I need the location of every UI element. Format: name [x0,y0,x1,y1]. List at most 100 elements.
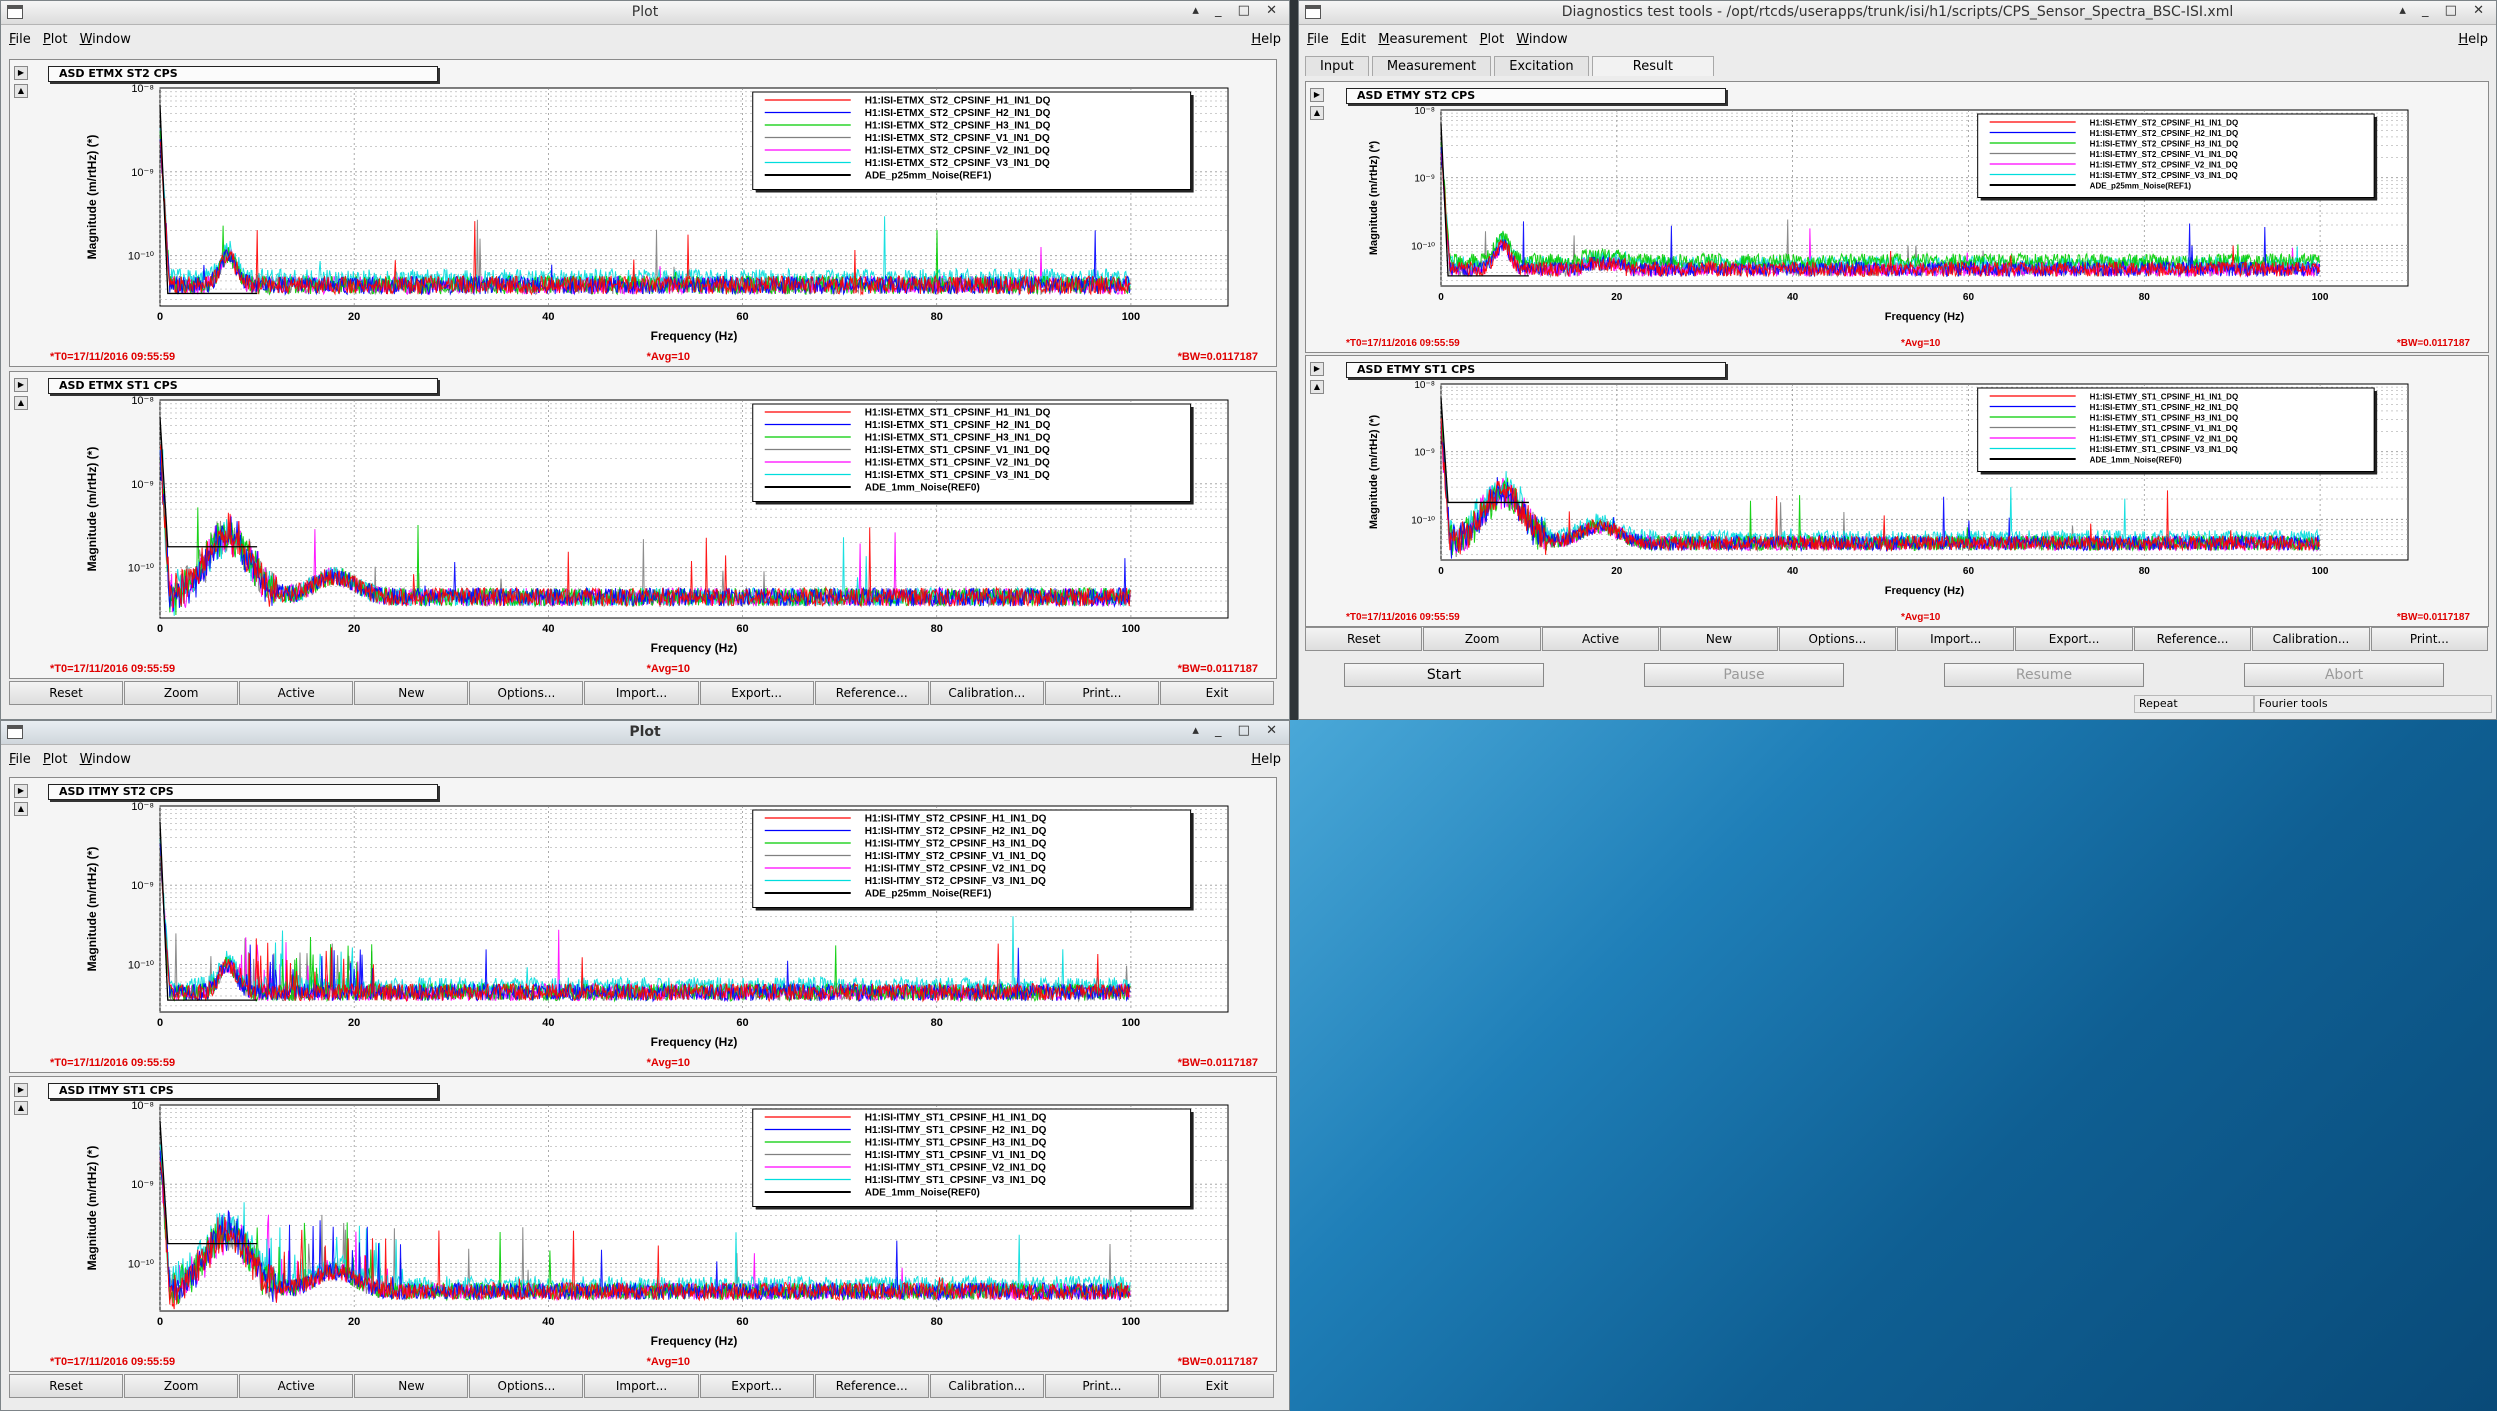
legend-entry: H1:ISI-ETMY_ST2_CPSINF_H1_IN1_DQ [2090,119,2239,128]
plot-pad[interactable]: ▶ ▲ ASD ETMY ST2 CPS 0 20 40 60 80 100 10⁻⁸ 10⁻⁹ 10… [1305,81,2489,353]
calibration-button[interactable]: Calibration... [929,681,1044,705]
legend-entry: H1:ISI-ETMX_ST2_CPSINF_V1_IN1_DQ [865,133,1050,144]
x-tick-label: 0 [157,623,163,635]
collapse-arrow-icon[interactable]: ▲ [1310,380,1324,394]
menu-help[interactable]: Help [1251,752,1281,767]
tab-strip: Input Measurement Excitation Result [1305,56,1714,78]
menu-file[interactable]: File [9,32,31,47]
reset-button[interactable]: Reset [9,681,124,705]
menu-plot[interactable]: Plot [43,32,68,47]
active-button[interactable]: Active [1541,627,1660,651]
reset-button[interactable]: Reset [9,1374,124,1398]
export-button[interactable]: Export... [699,1374,814,1398]
x-tick-label: 20 [348,1316,360,1328]
titlebar[interactable]: Plot ▴ _ □ ✕ [1,721,1289,745]
new-button[interactable]: New [1660,627,1778,651]
x-tick-label: 100 [2312,292,2329,303]
series-line [1440,430,2320,554]
menu-file[interactable]: File [1307,32,1329,47]
zoom-button[interactable]: Zoom [124,1374,239,1398]
expand-arrow-icon[interactable]: ▶ [1310,88,1324,102]
print-button[interactable]: Print... [1044,681,1159,705]
legend-entry: H1:ISI-ETMX_ST1_CPSINF_V1_IN1_DQ [865,445,1050,456]
export-button[interactable]: Export... [2015,627,2133,651]
window-controls-icon[interactable]: ▴ _ □ ✕ [1192,723,1283,738]
export-button[interactable]: Export... [699,681,814,705]
expand-arrow-icon[interactable]: ▶ [14,1083,28,1097]
y-tick-label: 10⁻¹⁰ [128,959,155,971]
plot-pad[interactable]: ▶ ▲ ASD ETMX ST2 CPS 0 20 40 60 80 100 10⁻⁸ 10⁻⁹ 10… [9,59,1277,367]
calibration-button[interactable]: Calibration... [2252,627,2370,651]
import-button[interactable]: Import... [584,681,699,705]
abort-button[interactable]: Abort [2244,663,2444,687]
menu-edit[interactable]: Edit [1341,32,1366,47]
calibration-button[interactable]: Calibration... [929,1374,1044,1398]
series-line [159,460,1131,616]
exit-button[interactable]: Exit [1159,681,1275,705]
x-tick-label: 100 [1122,1316,1140,1328]
active-button[interactable]: Active [239,1374,354,1398]
titlebar[interactable]: Diagnostics test tools - /opt/rtcds/user… [1299,1,2496,25]
expand-arrow-icon[interactable]: ▶ [1310,362,1324,376]
collapse-arrow-icon[interactable]: ▲ [1310,106,1324,120]
expand-arrow-icon[interactable]: ▶ [14,784,28,798]
menu-help[interactable]: Help [2458,32,2488,47]
import-button[interactable]: Import... [1897,627,2015,651]
plot-pad[interactable]: ▶ ▲ ASD ITMY ST1 CPS 0 20 40 60 80 100 10⁻⁸ 10⁻⁹ 10… [9,1076,1277,1372]
menu-window[interactable]: Window [1516,32,1567,47]
plot-pad[interactable]: ▶ ▲ ASD ETMY ST1 CPS 0 20 40 60 80 100 10⁻⁸ 10⁻⁹ 10… [1305,355,2489,627]
zoom-button[interactable]: Zoom [1423,627,1541,651]
tab-input[interactable]: Input [1305,56,1369,76]
collapse-arrow-icon[interactable]: ▲ [14,84,28,98]
menu-measurement[interactable]: Measurement [1378,32,1467,47]
series-line [1440,142,2320,271]
series-line [1440,153,2320,279]
resume-button[interactable]: Resume [1944,663,2144,687]
print-button[interactable]: Print... [2370,627,2489,651]
y-axis-label: Magnitude (m/rtHz) (*) [85,447,99,572]
window-title: Plot [629,724,661,740]
pad-arrow-buttons: ▶ ▲ [14,66,28,102]
menu-plot[interactable]: Plot [43,752,68,767]
menu-window[interactable]: Window [80,32,131,47]
collapse-arrow-icon[interactable]: ▲ [14,1101,28,1115]
tab-result[interactable]: Result [1591,56,1714,76]
reference-button[interactable]: Reference... [2133,627,2252,651]
collapse-arrow-icon[interactable]: ▲ [14,802,28,816]
plot-pad[interactable]: ▶ ▲ ASD ETMX ST1 CPS 0 20 40 60 80 100 10⁻⁸ 10⁻⁹ 10… [9,371,1277,679]
menu-file[interactable]: File [9,752,31,767]
expand-arrow-icon[interactable]: ▶ [14,378,28,392]
zoom-button[interactable]: Zoom [124,681,239,705]
start-button[interactable]: Start [1344,663,1544,687]
plot-pad[interactable]: ▶ ▲ ASD ITMY ST2 CPS 0 20 40 60 80 100 10⁻⁸ 10⁻⁹ 10… [9,777,1277,1073]
exit-button[interactable]: Exit [1159,1374,1275,1398]
legend-entry: ADE_p25mm_Noise(REF1) [865,889,992,900]
collapse-arrow-icon[interactable]: ▲ [14,396,28,410]
options-button[interactable]: Options... [469,681,584,705]
options-button[interactable]: Options... [469,1374,584,1398]
menu-help[interactable]: Help [1251,32,1281,47]
tab-excitation[interactable]: Excitation [1494,56,1589,76]
reference-button[interactable]: Reference... [814,681,929,705]
import-button[interactable]: Import... [584,1374,699,1398]
window-controls-icon[interactable]: ▴ _ □ ✕ [2399,3,2490,18]
new-button[interactable]: New [354,1374,469,1398]
window-controls-icon[interactable]: ▴ _ □ ✕ [1192,3,1283,18]
menu-plot[interactable]: Plot [1480,32,1505,47]
new-button[interactable]: New [354,681,469,705]
options-button[interactable]: Options... [1778,627,1897,651]
reset-button[interactable]: Reset [1305,627,1423,651]
reference-button[interactable]: Reference... [814,1374,929,1398]
titlebar[interactable]: Plot ▴ _ □ ✕ [1,1,1289,25]
y-tick-label: 10⁻⁹ [1414,448,1435,459]
y-axis-label: Magnitude (m/rtHz) (*) [85,135,99,260]
footer-t0: *T0=17/11/2016 09:55:59 [1346,612,1460,623]
legend-entry: H1:ISI-ETMY_ST1_CPSINF_H2_IN1_DQ [2090,403,2239,412]
expand-arrow-icon[interactable]: ▶ [14,66,28,80]
active-button[interactable]: Active [239,681,354,705]
print-button[interactable]: Print... [1044,1374,1159,1398]
pause-button[interactable]: Pause [1644,663,1844,687]
menu-window[interactable]: Window [80,752,131,767]
tab-measurement[interactable]: Measurement [1371,56,1492,76]
footer-avg: *Avg=10 [1901,338,1941,349]
